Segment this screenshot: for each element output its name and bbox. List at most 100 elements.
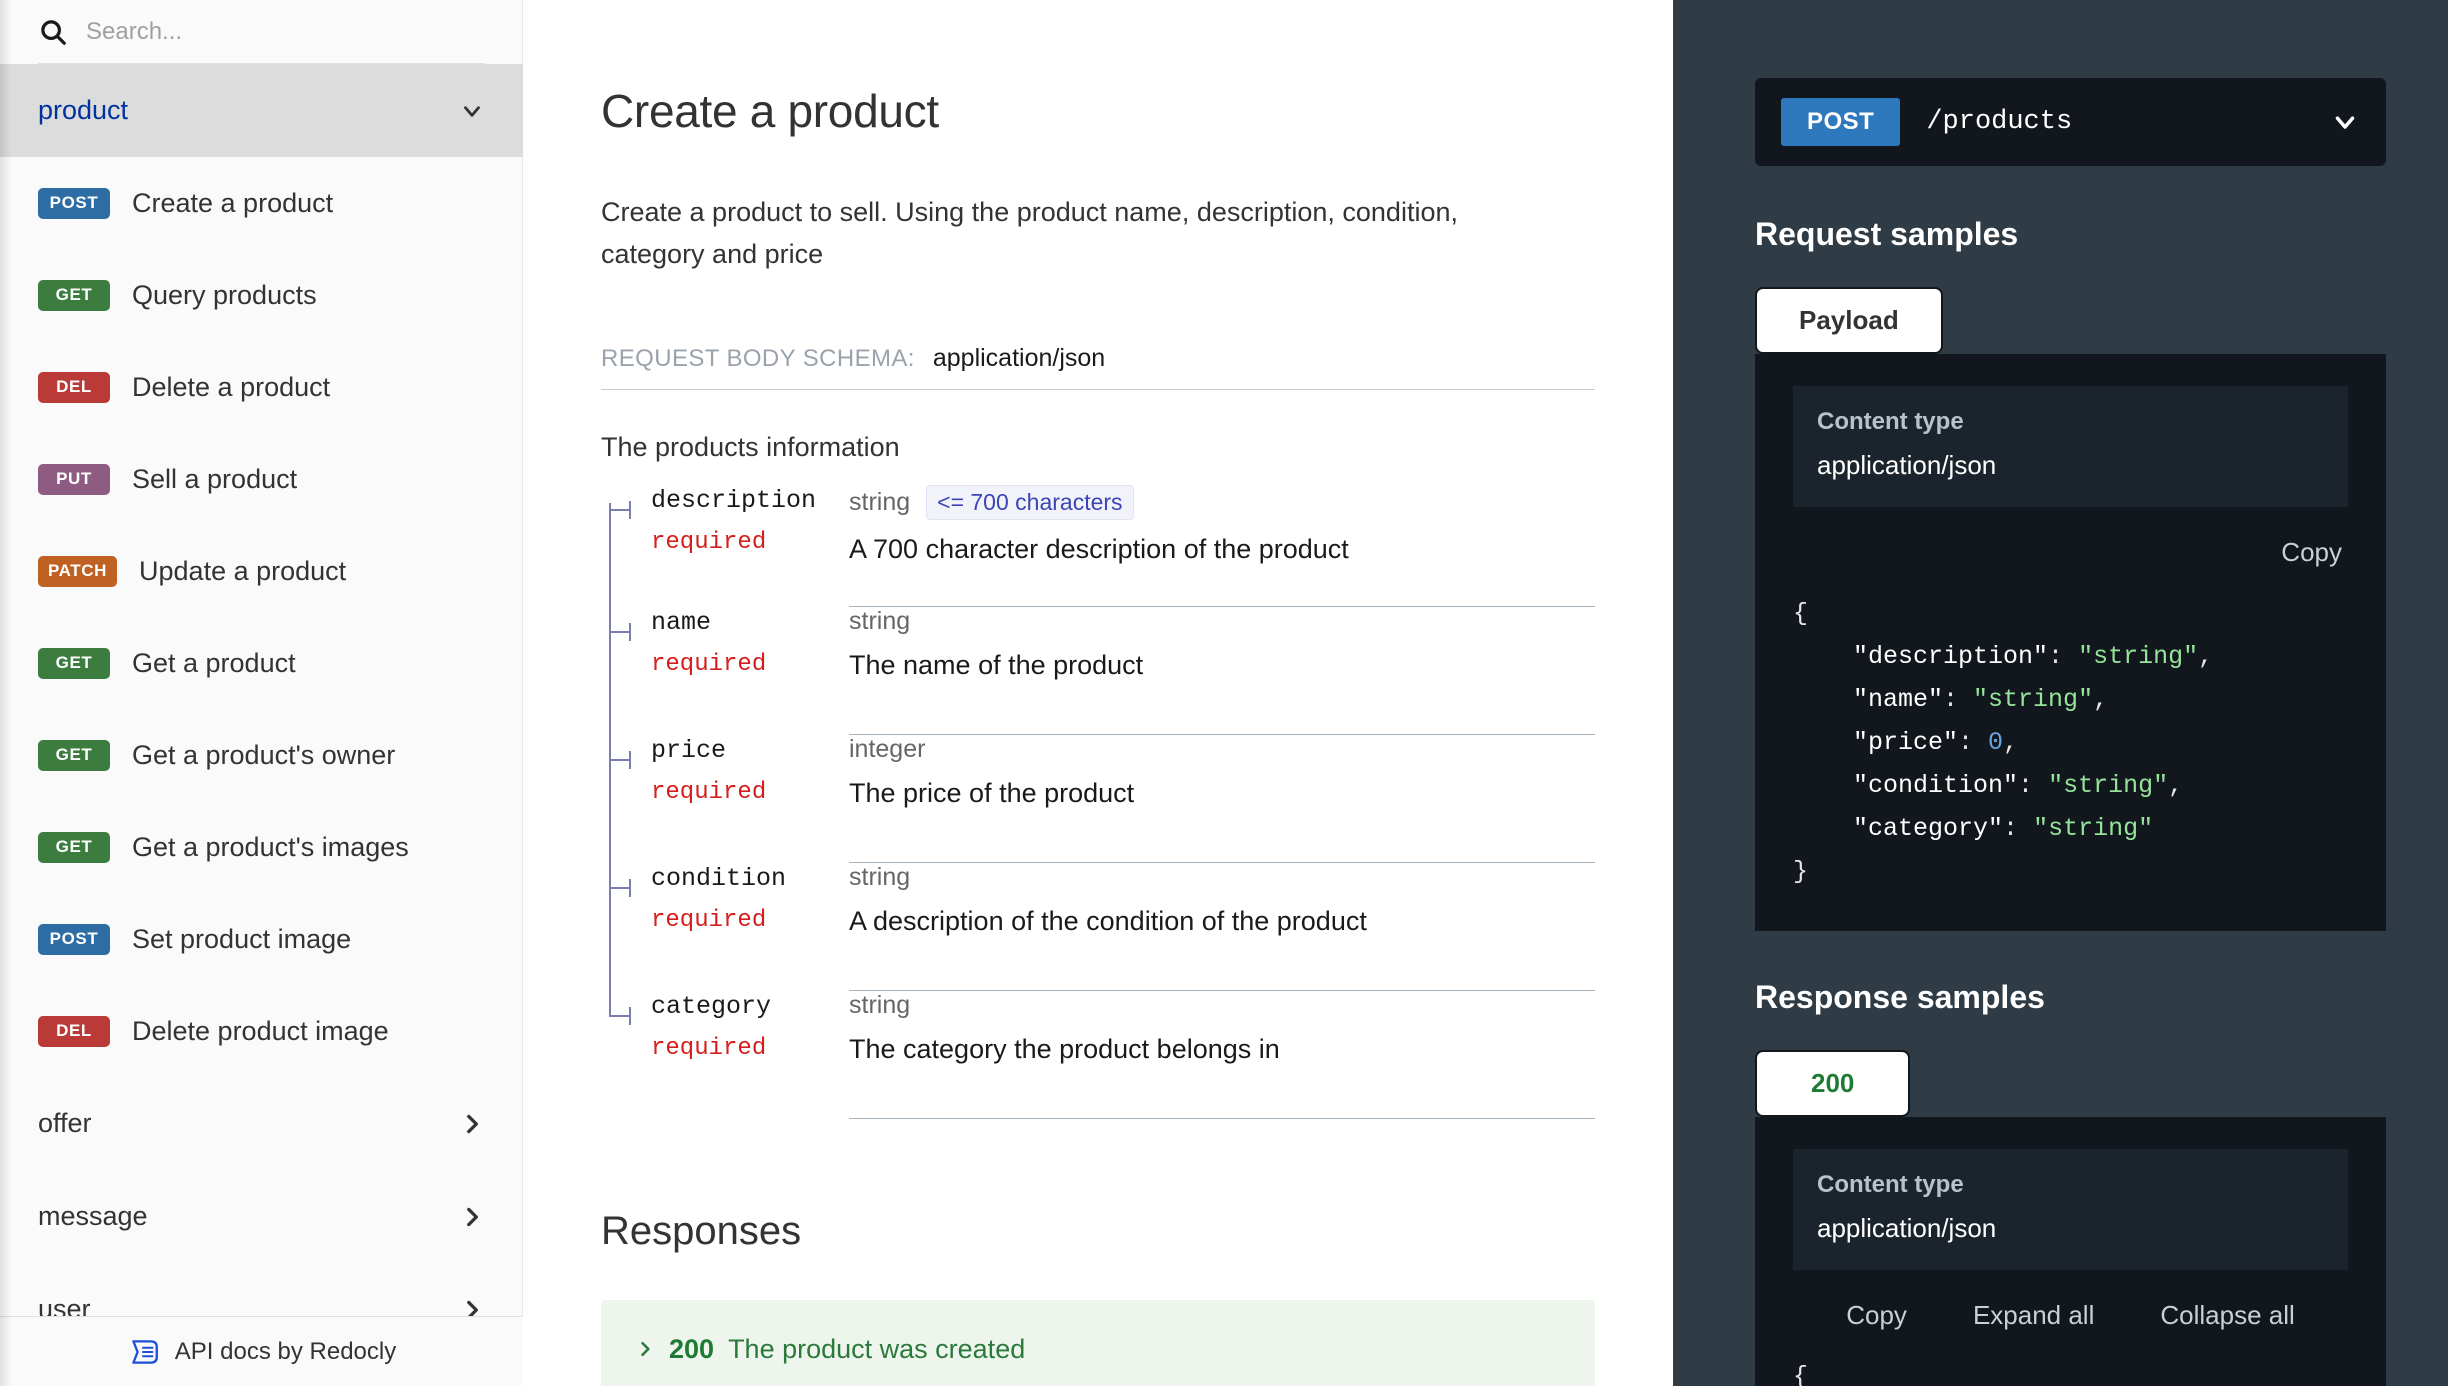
endpoint-method-badge: POST xyxy=(1781,98,1901,146)
code-token-punc: , xyxy=(2003,728,2019,757)
sidebar-group-label: product xyxy=(38,95,129,125)
sidebar-footer[interactable]: API docs by Redocly xyxy=(0,1316,523,1386)
sidebar-item-sell-a-product[interactable]: PUT Sell a product xyxy=(0,433,523,525)
response-content-type-box: Content type application/json xyxy=(1793,1149,2348,1270)
code-token-punc: { xyxy=(1793,1362,1809,1386)
method-badge: POST xyxy=(38,923,110,955)
main-content: Create a product Create a product to sel… xyxy=(523,0,1673,1386)
expand-all-button[interactable]: Expand all xyxy=(1973,1300,2094,1331)
property-description: The name of the product xyxy=(849,649,1144,680)
property-name: price xyxy=(651,735,727,765)
property-description: The price of the product xyxy=(849,777,1135,808)
code-token-punc: } xyxy=(1793,857,1809,886)
code-token-punc: : xyxy=(2003,814,2034,843)
chevron-down-icon xyxy=(2330,107,2360,137)
sidebar-item-update-a-product[interactable]: PATCH Update a product xyxy=(0,525,523,617)
sidebar-item-create-a-product[interactable]: POST Create a product xyxy=(0,157,523,249)
property-row: name required string The name of the pro… xyxy=(609,606,1595,735)
response-code-panel: Content type application/json Copy Expan… xyxy=(1755,1117,2386,1386)
tree-connector xyxy=(609,990,637,1119)
sidebar-item-get-a-products-owner[interactable]: GET Get a product's owner xyxy=(0,709,523,801)
property-required-flag: required xyxy=(651,529,767,557)
sidebar-item-get-a-product[interactable]: GET Get a product xyxy=(0,617,523,709)
method-badge: DEL xyxy=(38,371,110,403)
code-line: "name": "string", xyxy=(1793,678,2348,721)
responses-heading: Responses xyxy=(601,1208,802,1253)
response-status-code: 200 xyxy=(669,1333,715,1364)
sidebar-item-query-products[interactable]: GET Query products xyxy=(0,249,523,341)
sidebar-item-delete-a-product[interactable]: DEL Delete a product xyxy=(0,341,523,433)
code-line: "description": "string", xyxy=(1793,635,2348,678)
method-badge: GET xyxy=(38,647,110,679)
method-badge: PUT xyxy=(38,463,110,495)
sidebar-item-label: Delete a product xyxy=(132,371,331,402)
schema-label: REQUEST BODY SCHEMA: xyxy=(601,344,915,372)
code-token-key: "category" xyxy=(1793,814,2004,843)
code-token-punc: : xyxy=(2048,642,2079,671)
request-content-type-box: Content type application/json xyxy=(1793,386,2348,507)
sidebar-item-label: Delete product image xyxy=(132,1015,389,1046)
sidebar-item-label: Get a product xyxy=(132,647,296,678)
code-token-str: "string" xyxy=(2033,814,2154,843)
property-type: string xyxy=(849,990,911,1019)
sidebar-item-label: Query products xyxy=(132,279,317,310)
code-token-key: "name" xyxy=(1793,685,1944,714)
method-badge: GET xyxy=(38,831,110,863)
property-description: The category the product belongs in xyxy=(849,1033,1280,1064)
property-required-flag: required xyxy=(651,1035,767,1063)
request-samples-heading: Request samples xyxy=(1755,216,2019,252)
request-sample-code: { "description": "string", "name": "stri… xyxy=(1793,592,2348,893)
property-name: condition xyxy=(651,863,787,893)
tree-connector xyxy=(609,734,637,863)
response-sample-code: { xyxy=(1793,1355,2348,1386)
api-docs-page: product POST Create a product GET Query … xyxy=(0,0,2448,1386)
code-token-punc: , xyxy=(2168,771,2184,800)
sidebar-item-label: Get a product's images xyxy=(132,831,409,862)
method-badge: PATCH xyxy=(38,555,118,587)
chevron-right-icon xyxy=(459,1204,485,1230)
tree-connector xyxy=(609,862,637,991)
request-body-schema-header: REQUEST BODY SCHEMA: application/json xyxy=(601,344,1595,390)
samples-panel: POST /products Request samples Payload C… xyxy=(1673,0,2448,1386)
sidebar-group-product[interactable]: product xyxy=(0,64,523,157)
search-input[interactable] xyxy=(86,18,491,46)
sidebar-item-label: Update a product xyxy=(139,555,347,586)
copy-button[interactable]: Copy xyxy=(2281,537,2342,568)
property-row: description required string <= 700 chara… xyxy=(609,484,1595,623)
property-type: string xyxy=(849,487,911,516)
sidebar-group-offer[interactable]: offer xyxy=(0,1077,523,1170)
collapse-all-button[interactable]: Collapse all xyxy=(2160,1300,2294,1331)
property-row: category required string The category th… xyxy=(609,990,1595,1119)
method-badge: GET xyxy=(38,739,110,771)
property-name: description xyxy=(651,485,817,515)
sidebar-group-label: offer xyxy=(38,1108,92,1138)
response-status-text: The product was created xyxy=(728,1333,1026,1364)
response-code-actions: Copy Expand all Collapse all xyxy=(1793,1270,2348,1355)
response-row-200[interactable]: 200 The product was created xyxy=(601,1299,1595,1386)
property-row: condition required string A description … xyxy=(609,862,1595,991)
search-row xyxy=(0,0,523,64)
sidebar-item-label: Set product image xyxy=(132,923,352,954)
property-description: A description of the condition of the pr… xyxy=(849,905,1367,936)
code-line: { xyxy=(1793,1355,2348,1386)
sidebar-group-message[interactable]: message xyxy=(0,1170,523,1263)
code-token-str: "string" xyxy=(2078,642,2199,671)
tab-status-200[interactable]: 200 xyxy=(1755,1050,1911,1117)
chevron-right-icon xyxy=(635,1338,655,1360)
property-row: price required integer The price of the … xyxy=(609,734,1595,863)
sidebar-nav: product POST Create a product GET Query … xyxy=(0,64,523,1316)
copy-button[interactable]: Copy xyxy=(1846,1300,1907,1331)
tab-payload[interactable]: Payload xyxy=(1755,287,1943,354)
schema-content-type: application/json xyxy=(932,343,1106,372)
sidebar-item-delete-product-image[interactable]: DEL Delete product image xyxy=(0,985,523,1077)
sidebar-item-get-a-products-images[interactable]: GET Get a product's images xyxy=(0,801,523,893)
footer-label: API docs by Redocly xyxy=(174,1337,397,1365)
schema-description: The products information xyxy=(601,431,900,462)
code-token-punc: , xyxy=(2093,685,2109,714)
sidebar-item-set-product-image[interactable]: POST Set product image xyxy=(0,893,523,985)
sidebar-group-user[interactable]: user xyxy=(0,1263,523,1316)
endpoint-selector[interactable]: POST /products xyxy=(1755,78,2386,166)
tree-connector xyxy=(609,485,637,623)
code-line: { xyxy=(1793,592,2348,635)
property-type: integer xyxy=(849,734,926,763)
